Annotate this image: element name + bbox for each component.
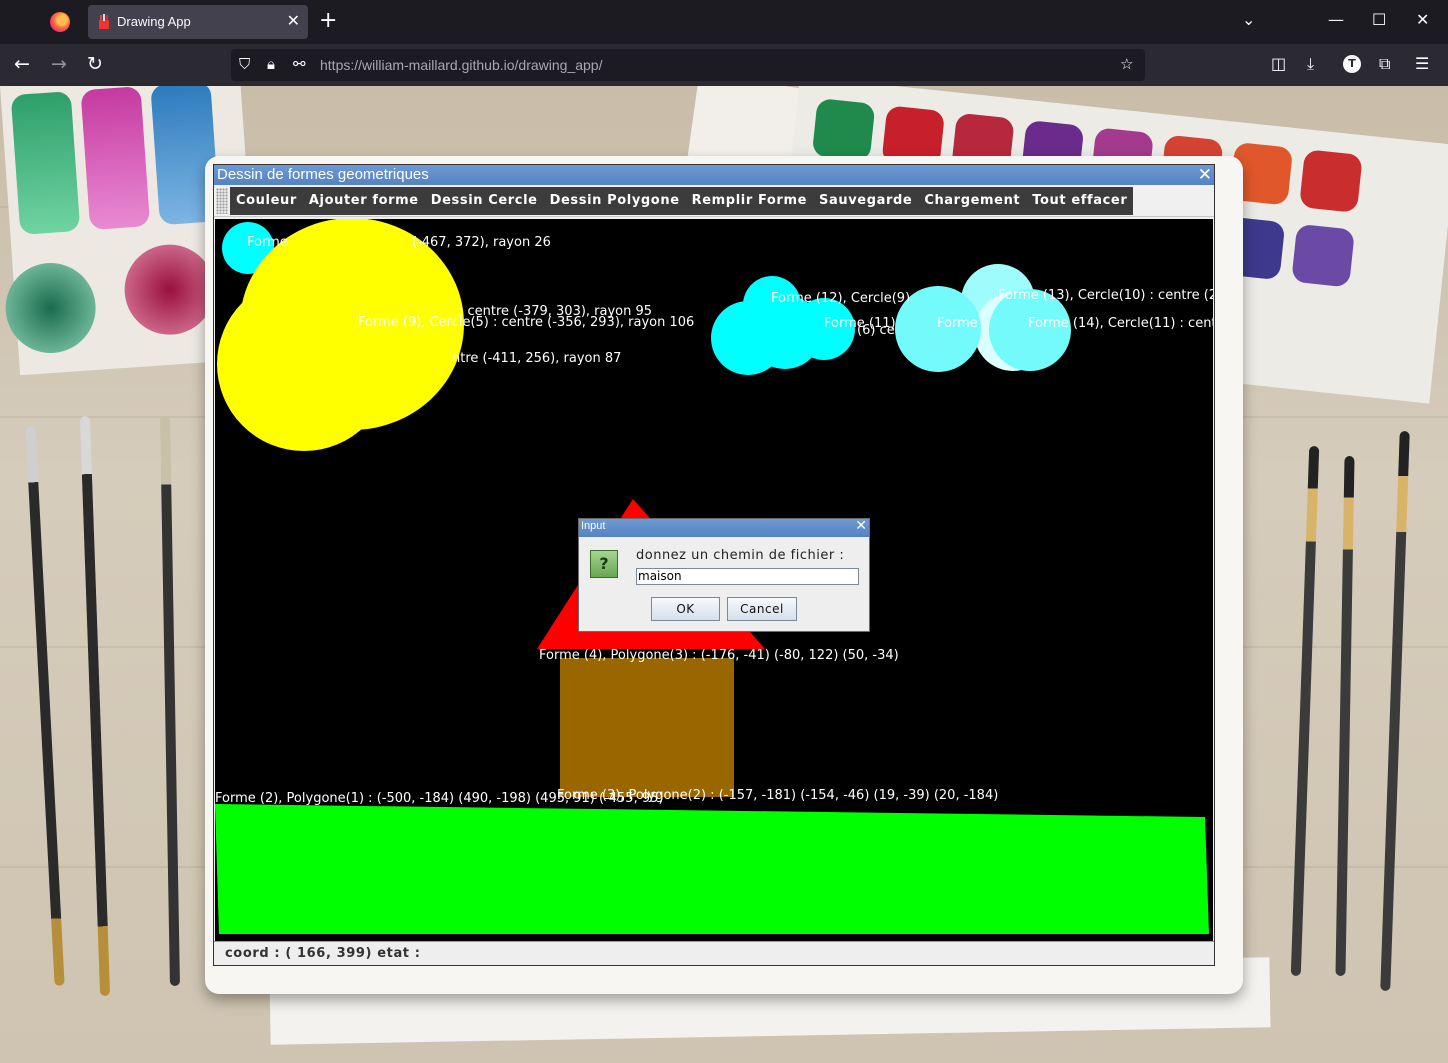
shield-icon[interactable]: ⛉ [239,55,250,73]
shape-label: (6) ce [857,323,895,338]
toolbar-grip-icon[interactable] [216,188,228,214]
file-path-input[interactable]: maison [636,568,859,585]
fan-paintbrush [160,415,180,987]
tab-list-chevron-icon[interactable]: ⌄ [1242,10,1255,29]
shape-label: Forme (4), Polygone(3) : (-176, -41) (-8… [539,648,899,663]
menu-chargement[interactable]: Chargement [918,187,1026,215]
ok-button[interactable]: OK [651,597,720,621]
shape-label: Forme [247,235,288,250]
shape-label: Forme (14), Cercle(11) : centre (2 [1028,316,1213,331]
browser-navbar: ← → ↻ ⛉ 🔒︎ ⚯ https://william-maillard.gi… [0,44,1448,86]
menu-tout-effacer[interactable]: Tout effacer [1026,187,1133,215]
browser-tab[interactable]: Drawing App ✕ [88,5,308,39]
grass-polygon [215,804,1209,934]
shape-label: Forme (9), Cercle(5) : centre (-356, 293… [358,315,695,330]
url-text[interactable]: https://william-maillard.github.io/drawi… [320,57,602,73]
dialog-prompt: donnez un chemin de fichier : [636,548,845,563]
reload-button[interactable]: ↻ [87,53,103,75]
back-button[interactable]: ← [14,53,30,75]
dialog-close-icon[interactable]: ✕ [855,518,867,534]
dialog-title: Input [581,520,606,532]
tab-title: Drawing App [117,14,191,29]
house-rectangle [560,658,734,797]
menu-hamburger-icon[interactable]: ☰ [1415,53,1429,75]
input-dialog: Input ✕ ? donnez un chemin de fichier : … [578,518,870,632]
firefox-icon[interactable] [50,12,70,32]
menu-sauvegarde[interactable]: Sauvegarde [813,187,918,215]
permissions-icon[interactable]: ⚯ [293,55,306,73]
close-window-button[interactable]: ✕ [1416,10,1429,29]
shape-label: ntre (-411, 256), rayon 87 [452,351,622,366]
paintbrush [1290,445,1320,977]
menubar: Couleur Ajouter forme Dessin Cercle Dess… [214,185,1214,217]
bookmark-star-icon[interactable]: ☆ [1120,55,1133,73]
menu-remplir-forme[interactable]: Remplir Forme [686,187,813,215]
paintbrush [1380,430,1410,992]
maximize-button[interactable]: ☐ [1372,10,1386,29]
app-titlebar[interactable]: Dessin de formes geometriques ✕ [214,165,1214,185]
shape-label: Forme (3), Polygone(2) : (-157, -181) (-… [557,788,999,803]
downloads-icon[interactable]: ⤓ [1307,53,1314,75]
browser-tabbar: Drawing App ✕ + ⌄ — ☐ ✕ [0,0,1448,44]
menu-dessin-cercle[interactable]: Dessin Cercle [425,187,544,215]
new-tab-button[interactable]: + [319,8,337,34]
cancel-button[interactable]: Cancel [727,597,797,621]
dialog-titlebar[interactable]: Input ✕ [579,518,869,537]
forward-button[interactable]: → [51,53,67,75]
tab-close-icon[interactable]: ✕ [287,11,300,30]
shape-label: Forme (13), Cercle(10) : centre (28 [998,288,1213,303]
extensions-icon[interactable]: ⧉ [1379,53,1390,75]
status-coords: coord : ( 166, 399) etat : [225,946,421,961]
url-path: /drawing_app/ [514,57,603,73]
shape-label: Forme [937,316,978,331]
account-avatar[interactable]: T [1343,55,1361,73]
minimize-button[interactable]: — [1328,10,1344,29]
question-icon: ? [590,550,618,578]
paintbrush [79,416,111,996]
pocket-icon[interactable]: ◫ [1271,53,1286,75]
statusbar: coord : ( 166, 399) etat : [214,941,1214,965]
app-close-icon[interactable]: ✕ [1198,165,1212,185]
paintbrush-favicon-icon [99,14,109,29]
lock-icon[interactable]: 🔒︎ [267,55,275,73]
shape-label: Forme (12), Cercle(9) [771,291,911,306]
menu-ajouter-forme[interactable]: Ajouter forme [303,187,425,215]
paintbrush [25,426,65,986]
url-host: https://william-maillard.github.io [320,57,515,73]
shape-label: (-467, 372), rayon 26 [412,235,551,250]
app-title: Dessin de formes geometriques [217,166,429,183]
menu-couleur[interactable]: Couleur [230,187,303,215]
paintbrush [1335,455,1355,977]
menu-dessin-polygone[interactable]: Dessin Polygone [544,187,686,215]
url-bar[interactable]: ⛉ 🔒︎ ⚯ https://william-maillard.github.i… [231,49,1145,81]
